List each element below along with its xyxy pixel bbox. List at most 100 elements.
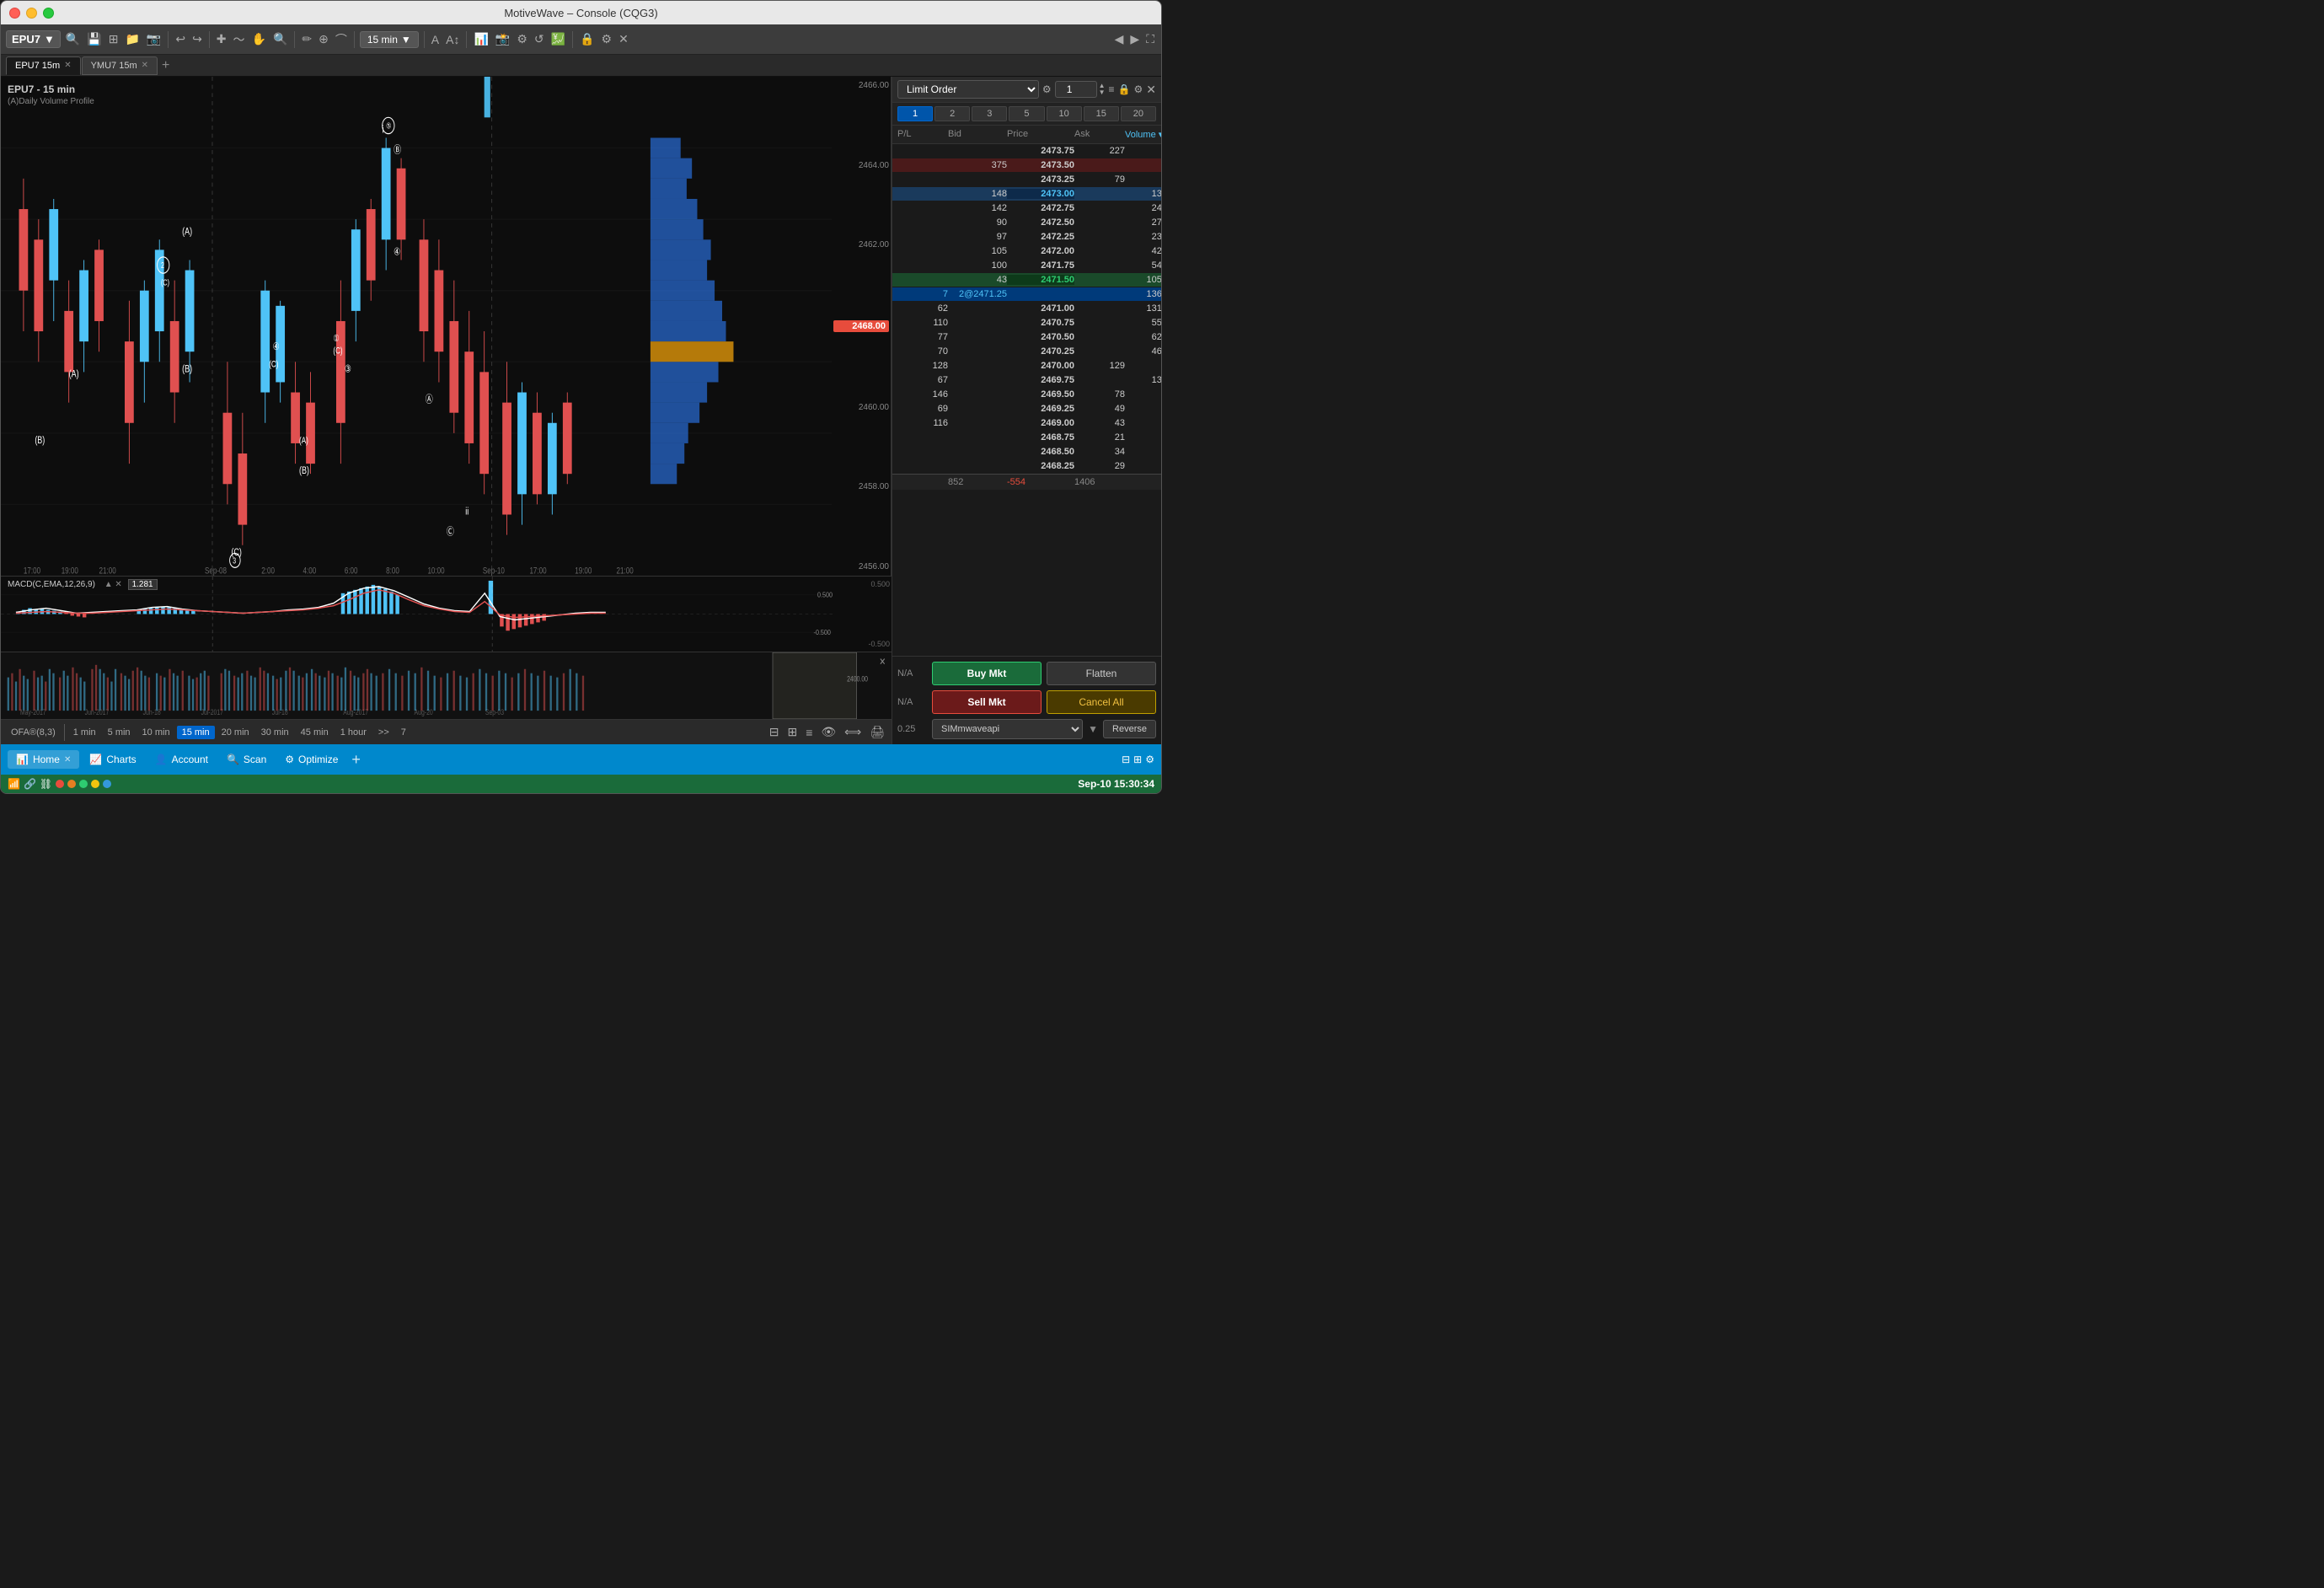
- redo-icon[interactable]: ↪: [190, 30, 204, 48]
- tab-home-close[interactable]: ✕: [64, 755, 71, 764]
- tab-ymu7-close[interactable]: ✕: [142, 61, 148, 70]
- order-lock-icon[interactable]: 🔒: [1118, 83, 1131, 95]
- size-btn-10[interactable]: 10: [1047, 106, 1082, 121]
- trade-icon[interactable]: 💹: [549, 30, 567, 48]
- table-row[interactable]: 43 2471.50 1058: [892, 273, 1161, 287]
- table-row[interactable]: 67 2469.75 132: [892, 373, 1161, 388]
- size-btn-3[interactable]: 3: [972, 106, 1007, 121]
- search-icon[interactable]: 🔍: [64, 30, 82, 48]
- close-button[interactable]: [9, 8, 20, 19]
- table-row[interactable]: 375 2473.50: [892, 158, 1161, 173]
- tf-arrow-icon[interactable]: ⟺: [843, 723, 863, 741]
- table-row[interactable]: 70 2470.25 469: [892, 345, 1161, 359]
- screenshot-icon[interactable]: 📸: [494, 30, 511, 48]
- size-btn-5[interactable]: 5: [1009, 106, 1044, 121]
- flatten-button[interactable]: Flatten: [1047, 662, 1156, 685]
- table-row[interactable]: 2468.25 29: [892, 459, 1161, 474]
- table-row[interactable]: 128 2470.00 129: [892, 359, 1161, 373]
- symbol-dropdown-icon[interactable]: ▼: [44, 33, 55, 46]
- timeframe-selector[interactable]: 15 min ▼: [360, 31, 419, 48]
- account-dropdown-icon[interactable]: ▼: [1088, 723, 1098, 735]
- table-row[interactable]: 142 2472.75 245: [892, 201, 1161, 216]
- arc-icon[interactable]: ⌒: [334, 30, 349, 50]
- layout-icon[interactable]: ⊞: [1133, 754, 1142, 765]
- tf-7[interactable]: 7: [396, 726, 411, 739]
- close-icon[interactable]: ✕: [617, 30, 630, 48]
- table-row[interactable]: 90 2472.50 275: [892, 216, 1161, 230]
- table-row[interactable]: 105 2472.00 421: [892, 244, 1161, 259]
- quantity-input[interactable]: [1055, 81, 1097, 98]
- order-type-select[interactable]: Limit Order Market Order Stop Order: [897, 80, 1039, 99]
- tf-30min[interactable]: 30 min: [256, 726, 294, 739]
- nav-back-icon[interactable]: ◀: [1113, 30, 1126, 48]
- lock-icon[interactable]: 🔒: [578, 30, 596, 48]
- table-row[interactable]: 69 2469.25 49: [892, 402, 1161, 416]
- tf-line-icon[interactable]: ≡: [804, 724, 814, 741]
- pencil-icon[interactable]: ✏: [300, 30, 313, 48]
- maximize-button[interactable]: [43, 8, 54, 19]
- settings-icon[interactable]: ⚙: [515, 30, 529, 48]
- gear-icon[interactable]: ⚙: [600, 30, 614, 48]
- table-row[interactable]: 97 2472.25 233: [892, 230, 1161, 244]
- zoom-out-icon[interactable]: 🔍: [271, 30, 289, 48]
- table-row[interactable]: 146 2469.50 78: [892, 388, 1161, 402]
- table-row[interactable]: 2473.75 227: [892, 144, 1161, 158]
- minimize-button[interactable]: [26, 8, 37, 19]
- table-row[interactable]: 148 2473.00 137: [892, 187, 1161, 201]
- account-select[interactable]: SIMmwaveapi: [932, 719, 1083, 739]
- table-row[interactable]: 7 2@2471.25 1363: [892, 287, 1161, 302]
- order-gear-icon[interactable]: ⚙: [1134, 83, 1143, 95]
- camera-icon[interactable]: 📷: [145, 30, 163, 48]
- size-btn-15[interactable]: 15: [1084, 106, 1119, 121]
- macd-close-btn[interactable]: ✕: [115, 580, 121, 589]
- grid-icon[interactable]: ⊞: [107, 30, 120, 48]
- table-row[interactable]: 116 2469.00 43: [892, 416, 1161, 431]
- tf-20min[interactable]: 20 min: [217, 726, 254, 739]
- order-close-icon[interactable]: ✕: [1146, 83, 1156, 97]
- tf-15min[interactable]: 15 min: [177, 726, 215, 739]
- tf-ofa[interactable]: OFA®(8,3): [6, 726, 61, 739]
- table-row[interactable]: 110 2470.75 551: [892, 316, 1161, 330]
- fullscreen-icon[interactable]: ⛶: [1144, 30, 1156, 48]
- main-chart[interactable]: EPU7 - 15 min (A)Daily Volume Profile: [1, 77, 892, 576]
- size-btn-1[interactable]: 1: [897, 106, 933, 121]
- bar-chart-icon[interactable]: 📊: [472, 30, 490, 48]
- tab-add-button[interactable]: +: [158, 58, 173, 73]
- macd-up-btn[interactable]: ▲: [104, 580, 113, 589]
- tab-account[interactable]: 👤 Account: [147, 750, 217, 769]
- tab-epu7[interactable]: EPU7 15m ✕: [6, 56, 81, 75]
- crosshair-icon[interactable]: ⊕: [317, 30, 330, 48]
- tab-optimize[interactable]: ⚙ Optimize: [276, 750, 346, 769]
- table-row[interactable]: 77 2470.50 625: [892, 330, 1161, 345]
- qty-down[interactable]: ▼: [1099, 89, 1106, 96]
- refresh-icon[interactable]: ↺: [533, 30, 546, 48]
- tf-10min[interactable]: 10 min: [137, 726, 175, 739]
- font-size-icon[interactable]: A↕: [444, 31, 461, 48]
- tf-45min[interactable]: 45 min: [296, 726, 334, 739]
- tab-home[interactable]: 📊 Home ✕: [8, 750, 79, 769]
- table-row[interactable]: 2468.75 21: [892, 431, 1161, 445]
- order-settings2-icon[interactable]: ≡: [1109, 83, 1115, 95]
- table-row[interactable]: 100 2471.75 548: [892, 259, 1161, 273]
- cursor-icon[interactable]: ✚: [215, 30, 228, 48]
- order-settings-icon[interactable]: ⚙: [1042, 83, 1052, 95]
- size-btn-2[interactable]: 2: [934, 106, 970, 121]
- sell-market-button[interactable]: Sell Mkt: [932, 690, 1042, 714]
- tf-candle-icon[interactable]: ⊞: [785, 723, 799, 741]
- table-row[interactable]: 2473.25 79: [892, 173, 1161, 187]
- col-volume[interactable]: Volume ▾: [1125, 129, 1161, 140]
- manage-tabs-icon[interactable]: ⊟: [1122, 754, 1130, 765]
- symbol-selector[interactable]: EPU7 ▼: [6, 30, 61, 48]
- buy-market-button[interactable]: Buy Mkt: [932, 662, 1042, 685]
- size-btn-20[interactable]: 20: [1121, 106, 1156, 121]
- tf-more[interactable]: >>: [373, 726, 394, 739]
- tab-charts[interactable]: 📈 Charts: [81, 750, 144, 769]
- save-icon[interactable]: 💾: [85, 30, 103, 48]
- wave-icon[interactable]: 〜: [232, 30, 247, 50]
- tf-eye-icon[interactable]: 👁: [819, 723, 838, 741]
- tab-epu7-close[interactable]: ✕: [64, 61, 71, 70]
- table-row[interactable]: 2468.50 34: [892, 445, 1161, 459]
- order-book[interactable]: 2473.75 227 375 2473.50 2473.25: [892, 144, 1161, 656]
- table-row[interactable]: 62 2471.00 1318: [892, 302, 1161, 316]
- tf-bar-icon[interactable]: ⊟: [768, 723, 781, 741]
